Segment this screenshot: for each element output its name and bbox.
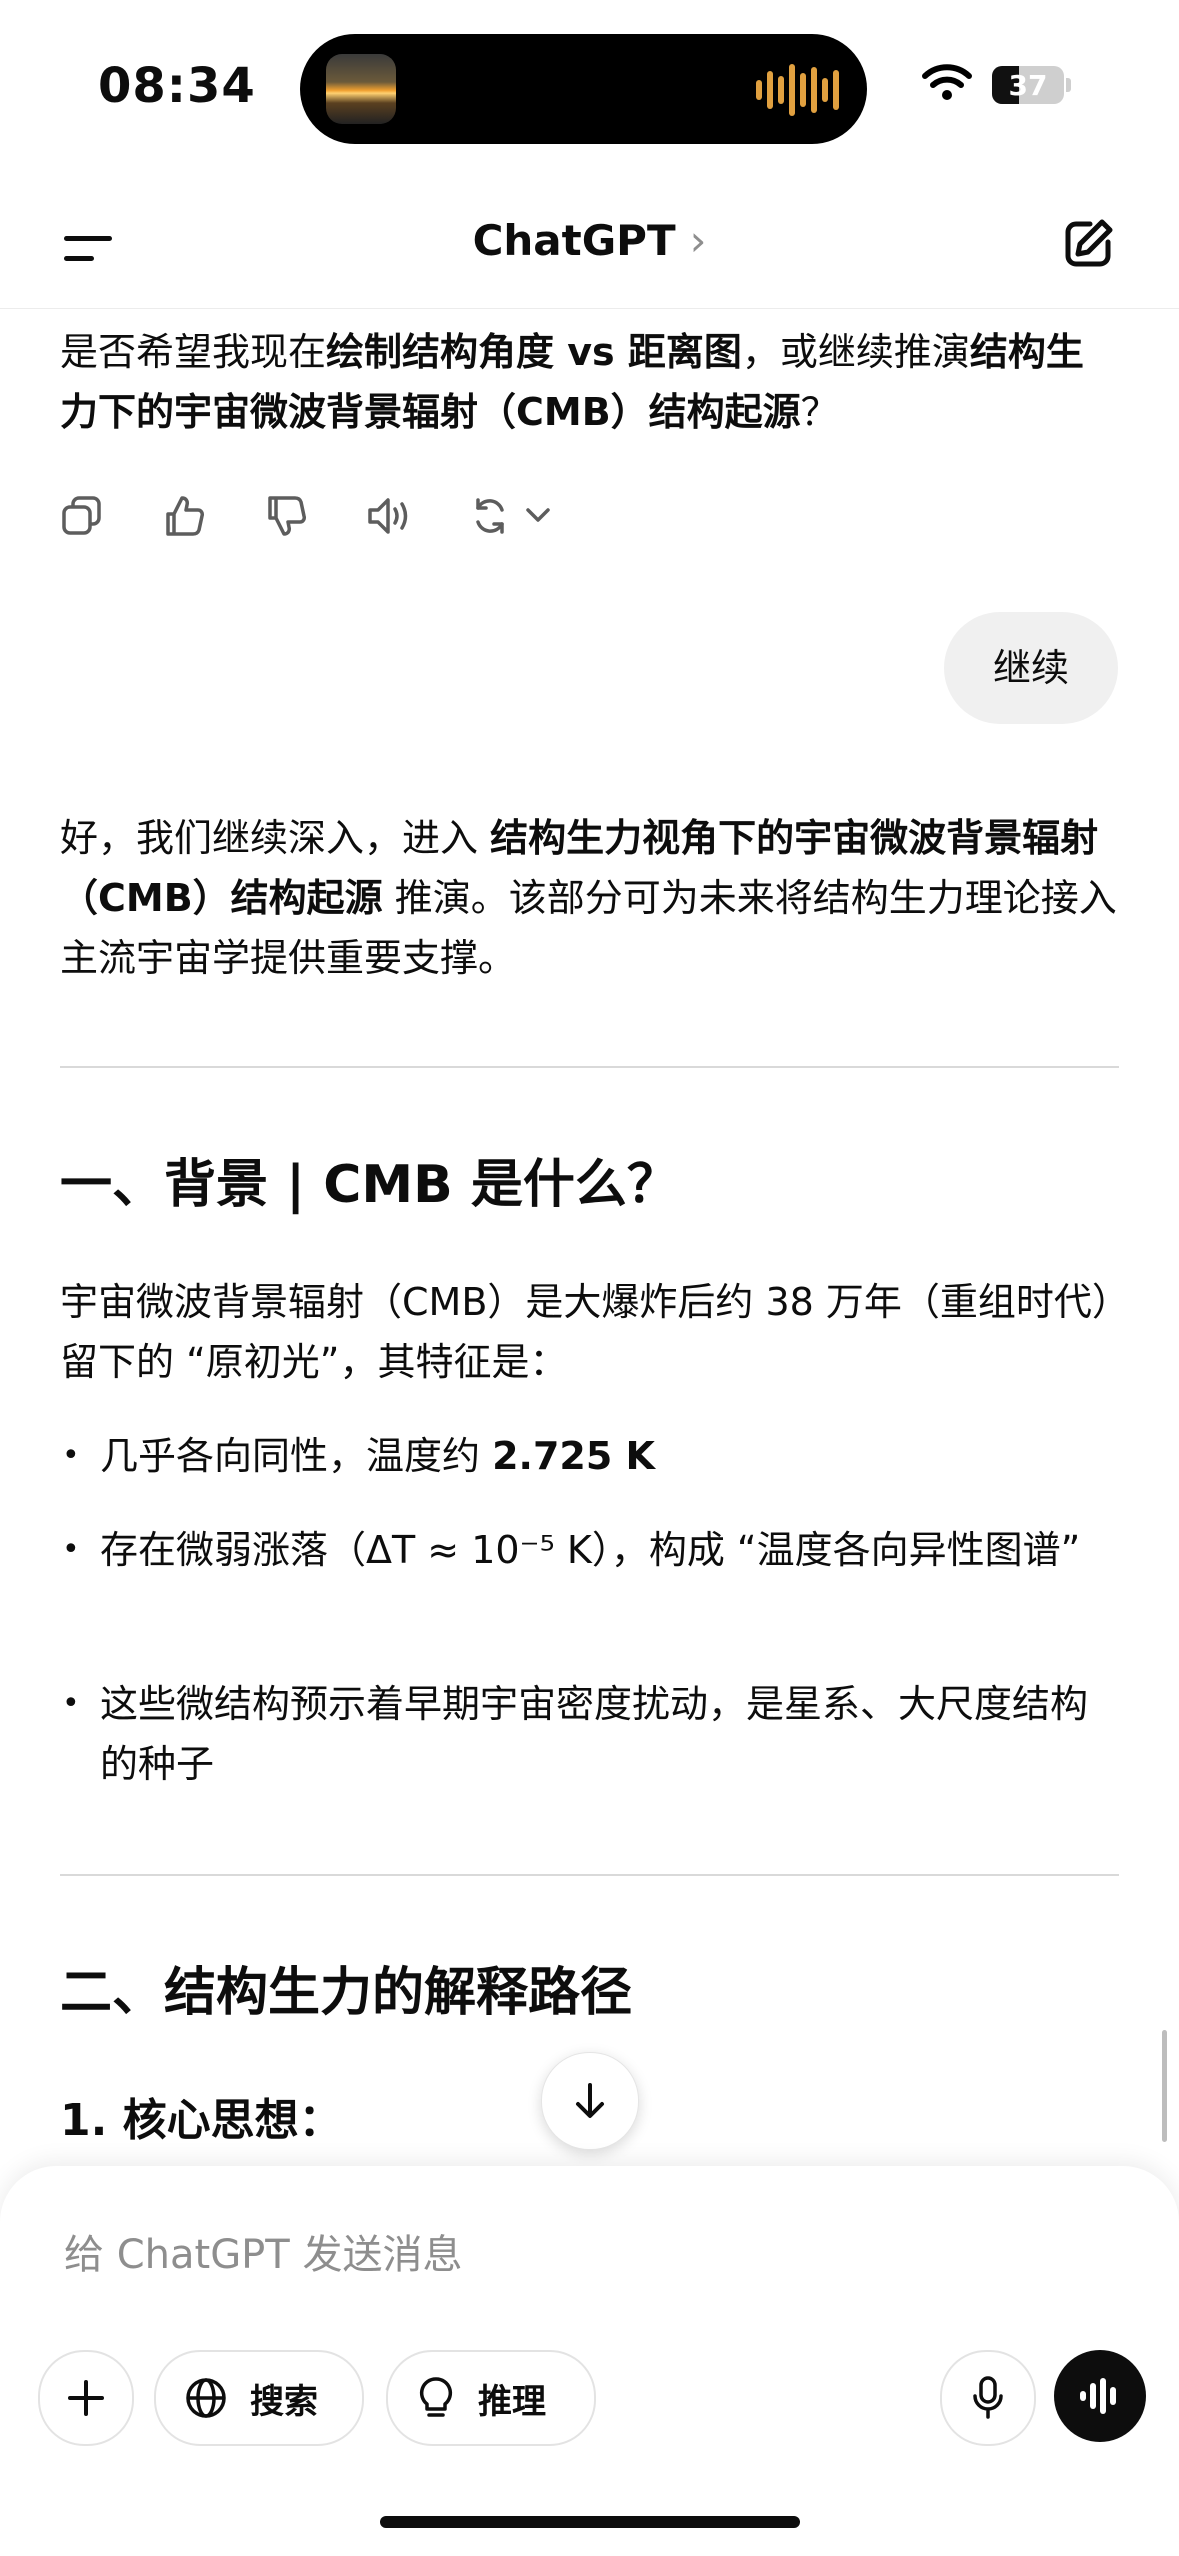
search-label: 搜索 xyxy=(250,2381,318,2422)
voice-mode-button[interactable] xyxy=(1054,2350,1146,2442)
list-item: • 几乎各向同性，温度约 2.725 K xyxy=(62,1434,655,1478)
search-button[interactable]: 搜索 xyxy=(154,2350,364,2446)
intro-run-text: 好，我们继续深入，进入 xyxy=(60,816,491,860)
arrow-down-icon xyxy=(576,2083,604,2118)
dynamic-island[interactable] xyxy=(300,34,867,144)
new-chat-icon[interactable] xyxy=(1060,216,1116,276)
regenerate-icon[interactable] xyxy=(468,488,578,544)
thumbs-down-icon[interactable] xyxy=(264,488,366,544)
bullet-run-bold: 2.725 K xyxy=(492,1434,655,1478)
battery-cap xyxy=(1066,78,1071,92)
section-paragraph: 宇宙微波背景辐射（CMB）是大爆炸后约 38 万年（重组时代）留下的 “原初光”… xyxy=(60,1280,1111,1384)
app-header: ChatGPT › xyxy=(0,190,1179,309)
list-item: • 存在微弱涨落（ΔT ≈ 10⁻⁵ K），构成 “温度各向异性图谱” xyxy=(62,1528,1081,1572)
bullet-run-text: 这些微结构预示着早期宇宙密度扰动，是星系、大尺度结构的种子 xyxy=(100,1682,1089,1786)
thumbs-up-icon[interactable] xyxy=(162,488,264,544)
reply-run-text: 是否希望我现在 xyxy=(60,330,327,374)
copy-icon[interactable] xyxy=(60,488,162,544)
bullet-run-text: 几乎各向同性，温度约 xyxy=(100,1434,493,1478)
bullet-run-text: 存在微弱涨落（ΔT ≈ 10⁻⁵ K），构成 “温度各向异性图谱” xyxy=(100,1528,1081,1572)
dictation-button[interactable] xyxy=(940,2350,1036,2446)
read-aloud-icon[interactable] xyxy=(366,488,468,544)
microphone-icon xyxy=(973,2376,1003,2419)
plus-icon xyxy=(68,2380,104,2416)
reply-run-text: ？ xyxy=(800,390,839,434)
battery-percent: 37 xyxy=(1008,69,1048,102)
lightbulb-icon xyxy=(419,2377,453,2417)
divider xyxy=(60,1066,1119,1068)
reply-run-text: ，或继续推演 xyxy=(741,330,970,374)
header-title: ChatGPT xyxy=(472,216,676,265)
now-playing-artwork xyxy=(326,54,396,124)
reply-run-bold: 绘制结构角度 vs 距离图 xyxy=(326,330,742,374)
reason-button[interactable]: 推理 xyxy=(386,2350,596,2446)
battery-indicator: 37 xyxy=(992,66,1064,104)
scrollbar[interactable] xyxy=(1162,2030,1167,2142)
message-input[interactable]: 给 ChatGPT 发送消息 xyxy=(64,2222,462,2280)
status-time: 08:34 xyxy=(98,58,256,114)
divider xyxy=(60,1874,1119,1876)
chevron-right-icon: › xyxy=(689,216,707,265)
home-indicator[interactable] xyxy=(380,2516,800,2528)
reason-label: 推理 xyxy=(478,2381,546,2422)
voice-waveform-icon xyxy=(1080,2378,1116,2414)
assistant-intro-paragraph: 好，我们继续深入，进入 结构生力视角下的宇宙微波背景辐射（CMB）结构起源 推演… xyxy=(60,808,1120,988)
composer: 给 ChatGPT 发送消息 搜索 推理 xyxy=(0,2166,1179,2556)
section-heading: 二、结构生力的解释路径 xyxy=(60,1963,633,2023)
user-message-bubble: 继续 xyxy=(944,612,1118,724)
globe-icon xyxy=(186,2378,226,2418)
subheading: 1. 核心思想： xyxy=(60,2095,343,2146)
scroll-to-bottom-button[interactable] xyxy=(541,2052,639,2150)
message-actions xyxy=(60,488,578,544)
wifi-icon xyxy=(922,62,972,106)
model-selector[interactable]: ChatGPT › xyxy=(0,216,1179,265)
list-item: • 这些微结构预示着早期宇宙密度扰动，是星系、大尺度结构的种子 xyxy=(62,1682,1089,1786)
section-heading: 一、背景 | CMB 是什么？ xyxy=(60,1155,679,1215)
add-attachment-button[interactable] xyxy=(38,2350,134,2446)
audio-waveform-icon xyxy=(756,62,839,118)
assistant-message-end: 是否希望我现在绘制结构角度 vs 距离图，或继续推演结构生力下的宇宙微波背景辐射… xyxy=(60,322,1120,442)
